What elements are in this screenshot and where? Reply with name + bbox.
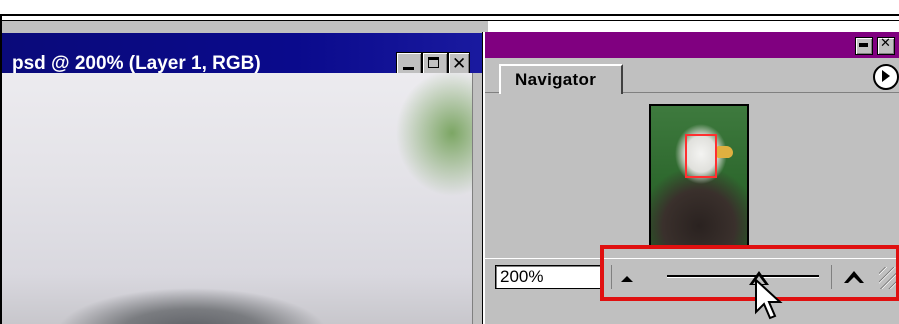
- triangle-right-icon: [882, 70, 890, 82]
- document-title: psd @ 200% (Layer 1, RGB): [12, 53, 261, 74]
- outer-frame-top: [0, 14, 899, 16]
- panel-minimize-button[interactable]: [855, 37, 873, 55]
- view-box[interactable]: [685, 134, 717, 178]
- close-icon: ✕: [880, 36, 891, 51]
- mouse-pointer-icon: [755, 278, 783, 320]
- panel-menu-button[interactable]: [873, 64, 899, 90]
- minimize-icon: [403, 67, 414, 70]
- image-canvas[interactable]: [2, 73, 488, 324]
- document-window: psd @ 200% (Layer 1, RGB) ✕: [2, 21, 489, 324]
- tab-navigator-label: Navigator: [515, 70, 597, 89]
- tab-navigator[interactable]: Navigator: [499, 64, 623, 94]
- highlight-annotation: [600, 245, 899, 301]
- navigator-thumbnail[interactable]: [649, 104, 749, 248]
- zoom-percentage-input[interactable]: [495, 265, 601, 289]
- panel-close-button[interactable]: ✕: [877, 36, 895, 55]
- maximize-icon: [428, 57, 439, 68]
- thumbnail-image-detail: [717, 146, 733, 158]
- minimize-icon: [859, 43, 868, 47]
- navigator-titlebar[interactable]: ✕: [485, 32, 899, 58]
- close-icon: ✕: [452, 54, 467, 74]
- navigator-tab-strip: Navigator: [485, 58, 899, 94]
- document-titlebar[interactable]: psd @ 200% (Layer 1, RGB) ✕: [2, 33, 488, 76]
